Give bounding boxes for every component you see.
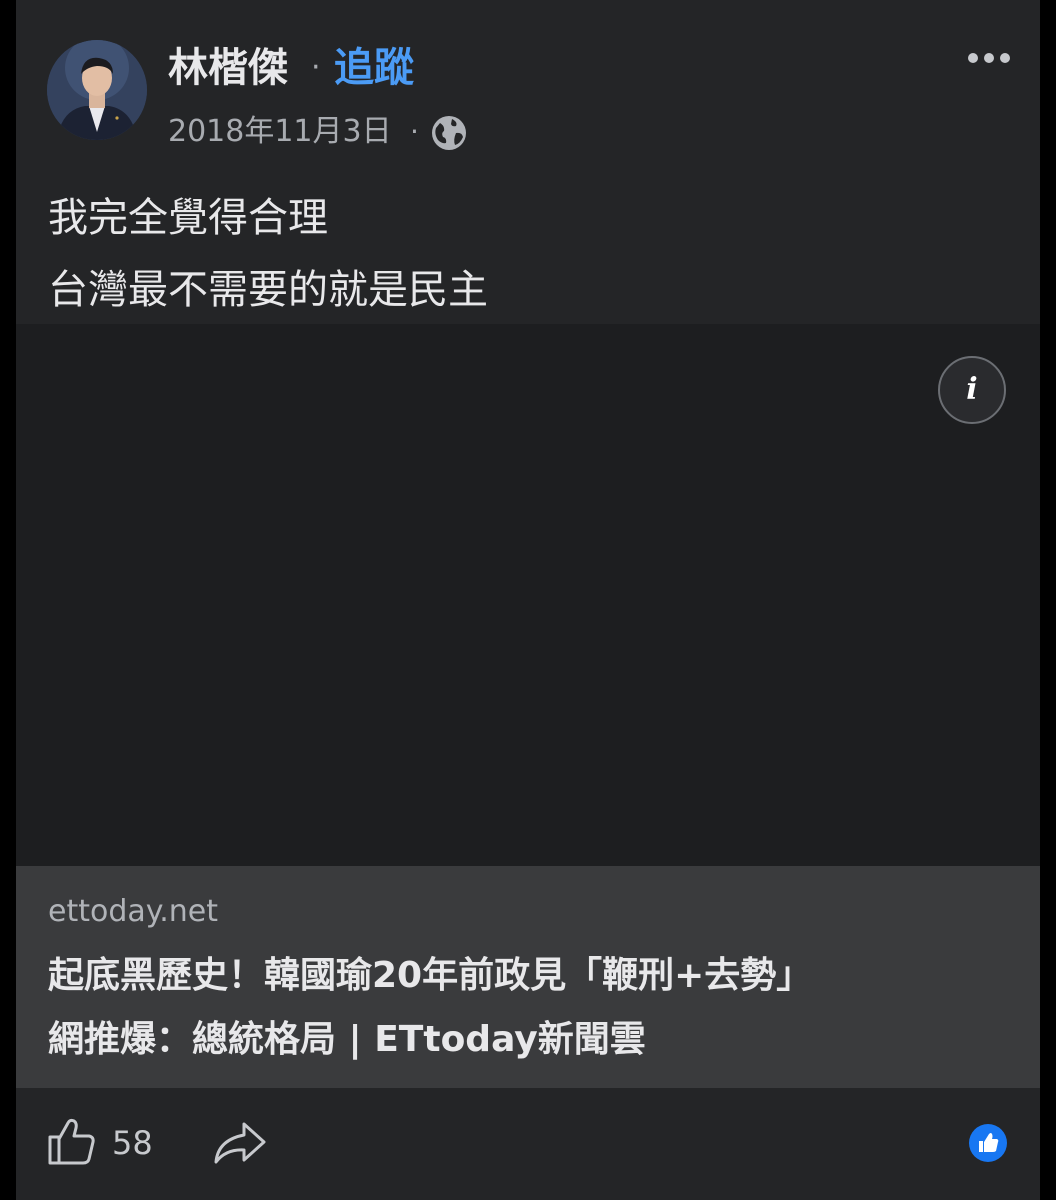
like-reaction-icon[interactable] <box>968 1123 1008 1163</box>
link-title-line: 起底黑歷史！韓國瑜20年前政見「鞭刑+去勢」 <box>48 955 813 996</box>
follow-button[interactable]: 追蹤 <box>334 40 414 96</box>
info-icon: i <box>966 372 978 407</box>
name-separator: · <box>311 50 321 85</box>
more-options-button[interactable] <box>958 38 1020 78</box>
share-arrow-icon <box>214 1122 266 1164</box>
post-text-line: 我完全覺得合理 <box>48 195 328 241</box>
info-button[interactable]: i <box>938 356 1006 424</box>
screenshot-frame: 林楷傑 · 追蹤 2018年11月3日 · 我完全覺得合理 台灣最不需要的就是民… <box>0 0 1056 1200</box>
date-separator: · <box>410 115 419 148</box>
thumbs-up-icon <box>48 1118 95 1165</box>
post-timestamp[interactable]: 2018年11月3日 <box>168 112 392 152</box>
more-horizontal-icon <box>968 53 1010 63</box>
link-preview-image[interactable] <box>16 324 1040 866</box>
link-domain: ettoday.net <box>48 894 219 929</box>
share-button[interactable] <box>212 1118 268 1170</box>
like-count: 58 <box>112 1124 153 1162</box>
avatar-photo <box>47 40 147 140</box>
post-message: 我完全覺得合理 台灣最不需要的就是民主 <box>48 182 1008 326</box>
link-title-line: 網推爆：總統格局 | ETtoday新聞雲 <box>48 1019 646 1060</box>
globe-icon <box>430 114 468 152</box>
post-text-line: 台灣最不需要的就是民主 <box>48 267 488 313</box>
author-name[interactable]: 林楷傑 <box>168 40 288 96</box>
link-title[interactable]: 起底黑歷史！韓國瑜20年前政見「鞭刑+去勢」 網推爆：總統格局 | ETtoda… <box>48 944 1008 1072</box>
author-avatar[interactable] <box>47 40 147 140</box>
